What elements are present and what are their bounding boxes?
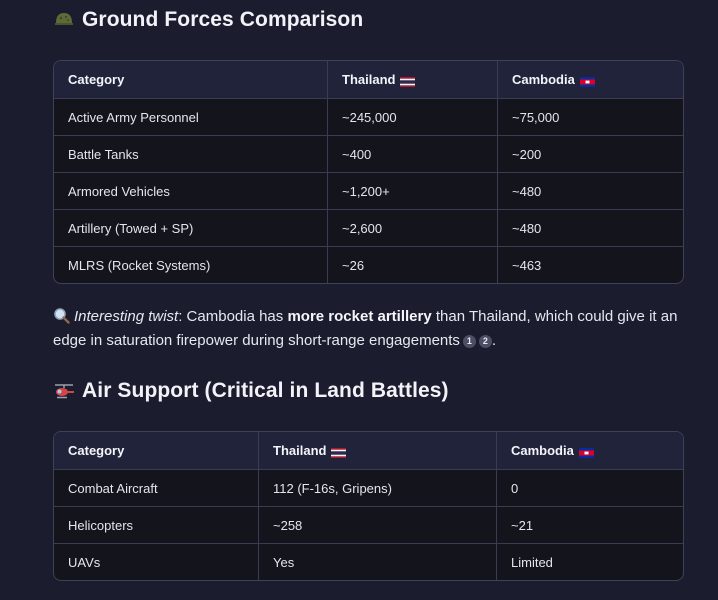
cell-category: Helicopters xyxy=(68,517,134,533)
table-header-row: Category Thailand Cambodia xyxy=(54,432,683,469)
cell-cambodia: ~480 xyxy=(497,210,683,246)
cell-cambodia: ~463 xyxy=(497,247,683,283)
cell-category: UAVs xyxy=(68,554,101,570)
header-category: Category xyxy=(68,72,125,87)
cell-category: Battle Tanks xyxy=(68,146,139,162)
note-emphasis: more rocket artillery xyxy=(287,308,432,325)
cell-thailand: 112 (F-16s, Gripens) xyxy=(258,470,496,506)
table-header-row: Category Thailand Cambodia xyxy=(54,61,683,98)
chat-response: Ground Forces Comparison Category Thaila… xyxy=(0,0,718,600)
table-row: Battle Tanks ~400 ~200 xyxy=(54,135,683,172)
cell-cambodia: ~480 xyxy=(497,173,683,209)
table-row: UAVs Yes Limited xyxy=(54,543,683,580)
cell-thailand: ~400 xyxy=(327,136,497,172)
header-cambodia: Cambodia xyxy=(497,61,683,98)
table-row: Helicopters ~258 ~21 xyxy=(54,506,683,543)
cell-category: Armored Vehicles xyxy=(68,183,170,199)
cell-cambodia: Limited xyxy=(496,544,683,580)
cell-thailand: ~26 xyxy=(327,247,497,283)
ground-forces-table: Category Thailand Cambodia Active Army P… xyxy=(53,60,684,284)
table-row: MLRS (Rocket Systems) ~26 ~463 xyxy=(54,246,683,283)
header-category: Category xyxy=(68,443,125,458)
cell-category: Artillery (Towed + SP) xyxy=(68,220,194,236)
cell-category: MLRS (Rocket Systems) xyxy=(68,257,211,273)
note-end: . xyxy=(491,332,497,349)
cell-category: Combat Aircraft xyxy=(68,480,158,496)
cell-thailand: ~245,000 xyxy=(327,99,497,135)
military-helmet-icon xyxy=(53,9,75,31)
cell-cambodia: ~200 xyxy=(497,136,683,172)
cell-cambodia: ~21 xyxy=(496,507,683,543)
insight-note: Interesting twist: Cambodia has more roc… xyxy=(53,305,693,353)
magnifying-glass-icon xyxy=(53,307,70,324)
table-row: Artillery (Towed + SP) ~2,600 ~480 xyxy=(54,209,683,246)
helicopter-icon xyxy=(53,380,75,402)
citation-badge[interactable]: 1 xyxy=(462,335,476,348)
header-thailand: Thailand xyxy=(327,61,497,98)
cell-category: Active Army Personnel xyxy=(68,109,199,125)
cell-cambodia: 0 xyxy=(496,470,683,506)
note-text: : Cambodia has xyxy=(178,308,288,325)
cell-thailand: Yes xyxy=(258,544,496,580)
citation-badge[interactable]: 2 xyxy=(478,335,492,348)
section-title-ground-forces: Ground Forces Comparison xyxy=(53,8,363,32)
section-title-text: Ground Forces Comparison xyxy=(82,8,364,31)
table-row: Combat Aircraft 112 (F-16s, Gripens) 0 xyxy=(54,469,683,506)
cell-thailand: ~258 xyxy=(258,507,496,543)
cambodia-flag-icon xyxy=(579,75,595,87)
cell-cambodia: ~75,000 xyxy=(497,99,683,135)
header-thailand: Thailand xyxy=(258,432,496,469)
header-cambodia: Cambodia xyxy=(496,432,683,469)
cambodia-flag-icon xyxy=(578,446,594,458)
air-support-table: Category Thailand Cambodia Combat Aircra… xyxy=(53,431,684,581)
section-title-text: Air Support (Critical in Land Battles) xyxy=(82,379,449,402)
table-row: Active Army Personnel ~245,000 ~75,000 xyxy=(54,98,683,135)
thailand-flag-icon xyxy=(400,75,416,87)
cell-thailand: ~1,200+ xyxy=(327,173,497,209)
thailand-flag-icon xyxy=(331,446,347,458)
table-row: Armored Vehicles ~1,200+ ~480 xyxy=(54,172,683,209)
note-lead: Interesting twist xyxy=(74,308,179,325)
cell-thailand: ~2,600 xyxy=(327,210,497,246)
section-title-air-support: Air Support (Critical in Land Battles) xyxy=(53,378,449,404)
